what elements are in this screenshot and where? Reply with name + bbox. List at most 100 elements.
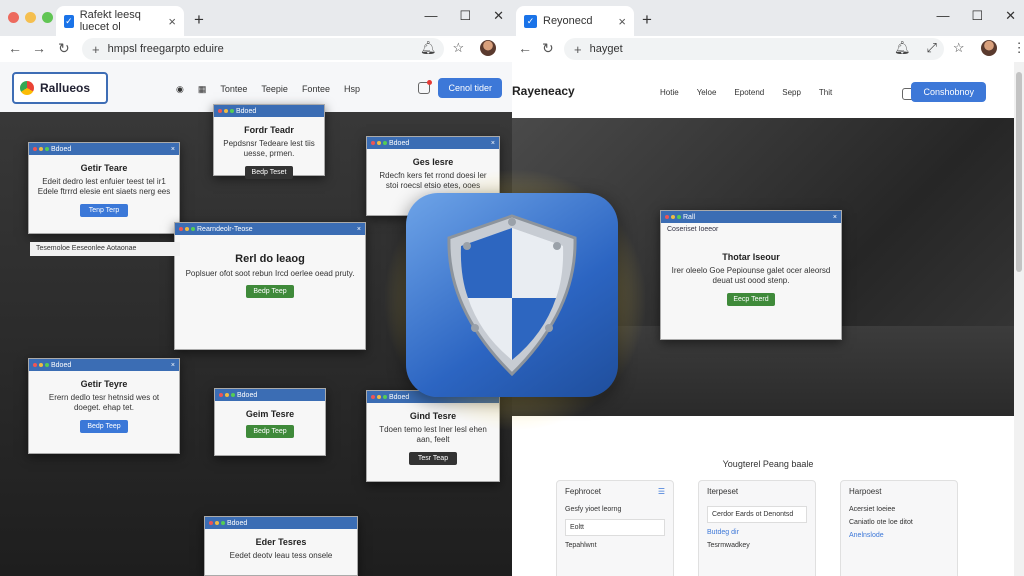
star-icon[interactable]: ☆	[453, 40, 465, 56]
cta-button[interactable]: Cenol tider	[438, 78, 502, 98]
reload-icon[interactable]: ↻	[542, 40, 554, 57]
card-field[interactable]: Cerdor Eards ot Denontsd	[707, 506, 807, 523]
card-line: Gesfy yioet leorng	[565, 506, 622, 513]
card-field[interactable]: Eoltt	[565, 519, 665, 536]
avatar[interactable]	[980, 40, 997, 56]
scrollbar[interactable]	[1014, 62, 1024, 576]
window-buttons: — ☐ ✕	[424, 8, 504, 24]
star-icon[interactable]: ☆	[953, 40, 965, 56]
pin-icon[interactable]: ⤢	[927, 40, 937, 56]
favicon-icon: ✓	[64, 14, 74, 28]
popup-close-icon[interactable]: ×	[833, 214, 837, 221]
nav-link[interactable]: Epotend	[734, 88, 764, 97]
popup-close-icon[interactable]: ×	[171, 362, 175, 369]
scrollbar-thumb[interactable]	[1016, 72, 1022, 272]
browser-tab[interactable]: ✓ Reyonecd ×	[516, 6, 634, 36]
nav-link[interactable]: Hotie	[660, 88, 679, 97]
maximize-dot[interactable]	[42, 12, 53, 23]
popup-title: Getir Teyre	[80, 379, 128, 389]
back-icon[interactable]: ←	[518, 40, 532, 56]
minimize-dot[interactable]	[25, 12, 36, 23]
nav-link[interactable]: Yeloe	[697, 88, 717, 97]
browser-toolbar: ← → ↻ + hmpsl freegarpto eduire 🔔︎ ☆ ⋮	[0, 36, 512, 62]
close-dot[interactable]	[8, 12, 19, 23]
popup-close-icon[interactable]: ×	[357, 226, 361, 233]
back-icon[interactable]: ←	[8, 40, 22, 56]
popup-title: Thotar Iseour	[722, 252, 780, 262]
section-title: Yougterel Peang baale	[722, 459, 814, 469]
popup-body: Pepdsnsr Tedeare lest tiis uesse, prmen.	[223, 139, 315, 159]
popup-close-icon[interactable]: ×	[171, 146, 175, 153]
menu-icon[interactable]: ⋮	[1013, 40, 1024, 56]
notification-icon[interactable]	[418, 80, 432, 94]
nav-link[interactable]: Tontee	[220, 84, 247, 95]
maximize-icon[interactable]: ☐	[971, 8, 983, 24]
popup-button[interactable]: Bedp Teep	[246, 425, 294, 438]
close-icon[interactable]: ✕	[493, 8, 504, 24]
new-tab-icon[interactable]: +	[642, 10, 652, 30]
popup-bar-title: Bdoed	[236, 107, 257, 115]
card-link[interactable]: Butdeg dir	[707, 529, 807, 536]
card-title: Iterpeset	[707, 487, 739, 496]
nav-link[interactable]: Sepp	[782, 88, 801, 97]
card-link[interactable]: Anelnslode	[849, 532, 949, 539]
maximize-icon[interactable]: ☐	[459, 8, 471, 24]
card-line: Caniatlo ote loe ditot	[849, 519, 913, 526]
feature-card[interactable]: Fephrocet ☰ Gesfy yioet leorng Eoltt Tepa…	[556, 480, 674, 576]
feature-card[interactable]: Iterpeset Cerdor Eards ot Denontsd Butde…	[698, 480, 816, 576]
logo-icon	[20, 81, 34, 95]
popup-button[interactable]: Bedp Teset	[245, 165, 293, 179]
nav-link[interactable]: Hsp	[344, 84, 360, 95]
tab-strip: ✓ Reyonecd × + — ☐ ✕	[512, 0, 1024, 36]
close-icon[interactable]: ✕	[1005, 8, 1016, 24]
popup-button[interactable]: Bedp Teep	[80, 419, 128, 433]
site-info-icon[interactable]: +	[574, 42, 582, 57]
popup-button[interactable]: Bedp Teep	[246, 285, 294, 299]
popup-window: Rall × Coseriset Ioeeor Thotar Iseour Ire…	[660, 210, 842, 340]
minimize-icon[interactable]: —	[424, 8, 437, 24]
address-bar[interactable]: + hmpsl freegarpto eduire	[82, 38, 444, 60]
popup-title: Rerl do leaog	[235, 253, 305, 265]
feature-card[interactable]: Harpoest Acersiet Ioeiee Caniatlo ote lo…	[840, 480, 958, 576]
avatar[interactable]	[480, 40, 497, 56]
tab-close-icon[interactable]: ×	[168, 14, 176, 29]
nav-link[interactable]: Fontee	[302, 84, 330, 95]
popup-button[interactable]: Tenp Terp	[80, 203, 128, 217]
status-strip: Tesemoloe Eeseonlee Aotaonae	[30, 242, 180, 256]
popup-button[interactable]: Tesr Teap	[409, 451, 457, 465]
browser-tab[interactable]: ✓ Rafekt leesq luecet ol ×	[56, 6, 184, 36]
new-tab-icon[interactable]: +	[194, 10, 204, 30]
favicon-icon: ✓	[524, 14, 537, 28]
card-title: Fephrocet	[565, 487, 602, 496]
popup-bar-title: Bdoed	[389, 139, 410, 147]
site-info-icon[interactable]: +	[92, 42, 100, 57]
toolbar-actions: 🔔︎ ⤢ ☆ ⋮	[894, 40, 1024, 56]
popup-button[interactable]: Eecp Teerd	[727, 292, 775, 306]
tab-close-icon[interactable]: ×	[618, 14, 626, 29]
site-header: Rayeneacy Hotie Yeloe Epotend Sepp Thit …	[512, 62, 1024, 118]
popup-body: Edeit dedro lest enfuier teest tel ir1 E…	[37, 177, 171, 197]
cta-button[interactable]: Conshobnoy	[911, 82, 986, 102]
url-text: hmpsl freegarpto eduire	[107, 43, 224, 55]
popup-bar-title: Rall	[683, 213, 696, 221]
bell-icon[interactable]: 🔔︎	[894, 40, 911, 56]
nav-icon[interactable]: ▦	[198, 84, 207, 95]
popup-body: Erern dedlo tesr hetnsid wes ot doeget. …	[48, 393, 160, 413]
popup-close-icon[interactable]: ×	[491, 140, 495, 147]
site-logo[interactable]: Rayeneacy	[512, 84, 575, 98]
filter-icon[interactable]: ☰	[658, 487, 665, 496]
site-logo[interactable]: Rallueos	[12, 72, 108, 104]
popup-window: Bdoed × Getir Teyre Erern dedlo tesr hetn…	[28, 358, 180, 454]
nav-link[interactable]: Teepie	[261, 84, 288, 95]
nav-icon[interactable]: ◉	[176, 84, 184, 95]
bell-icon[interactable]: 🔔︎	[420, 40, 437, 56]
popup-window: Rearndeolr-Teose × Rerl do leaog Poplsuer…	[174, 222, 366, 350]
window-buttons: — ☐ ✕	[936, 8, 1016, 24]
address-bar[interactable]: + hayget	[564, 38, 944, 60]
reload-icon[interactable]: ↻	[58, 40, 70, 57]
nav-link[interactable]: Thit	[819, 88, 832, 97]
popup-bar-title: Bdoed	[237, 391, 258, 399]
minimize-icon[interactable]: —	[936, 8, 949, 24]
forward-icon[interactable]: →	[32, 40, 46, 56]
logo-text: Rallueos	[40, 81, 91, 95]
